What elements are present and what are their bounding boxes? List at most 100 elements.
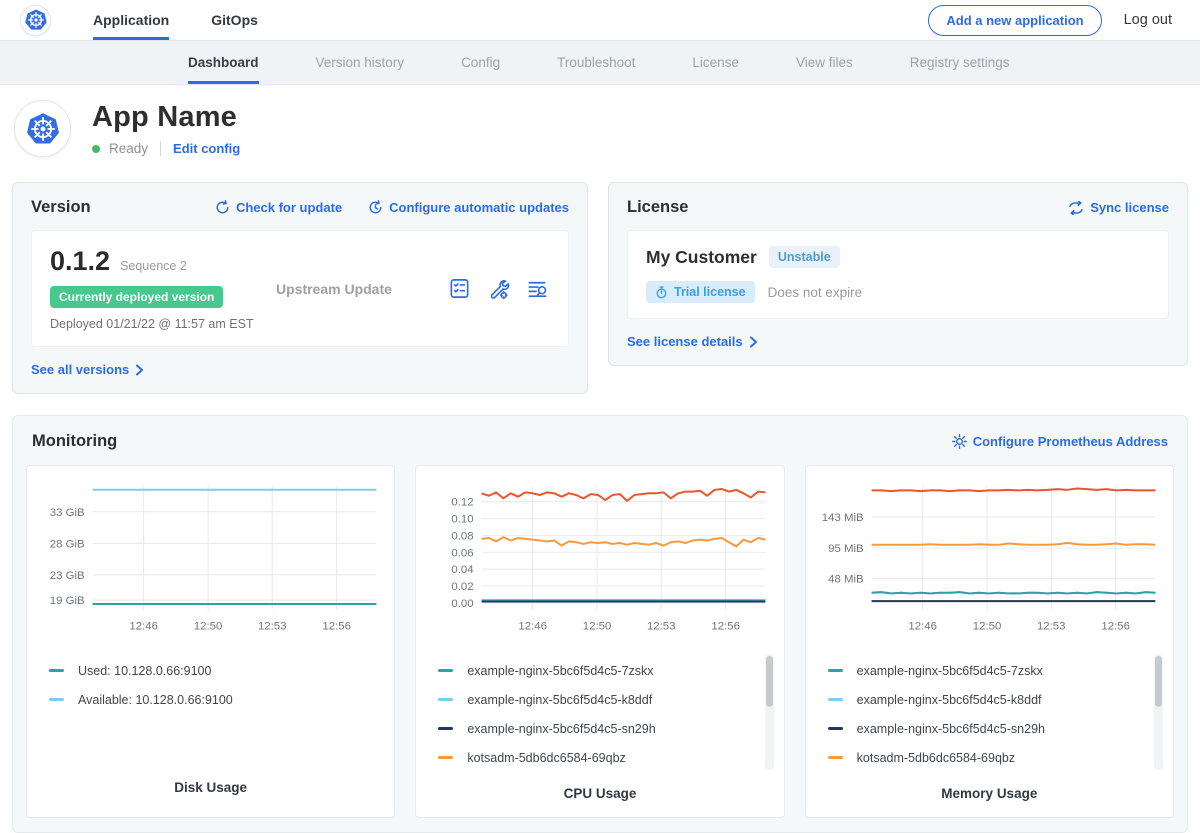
configure-automatic-updates-link[interactable]: Configure automatic updates	[368, 200, 569, 215]
chart-title: Disk Usage	[37, 780, 384, 795]
legend-swatch	[49, 698, 64, 701]
tab-dashboard[interactable]: Dashboard	[188, 41, 259, 84]
version-source: Upstream Update	[276, 281, 392, 297]
legend-swatch	[438, 756, 453, 759]
tab-label: Registry settings	[910, 55, 1010, 70]
topnav-tab-gitops[interactable]: GitOps	[211, 0, 258, 40]
legend-item: example-nginx-5bc6f5d4c5-k8ddf	[828, 685, 1145, 714]
svg-text:12:56: 12:56	[322, 620, 351, 632]
scrollbar-thumb[interactable]	[1155, 656, 1162, 707]
svg-text:28 GiB: 28 GiB	[50, 538, 85, 550]
svg-text:12:50: 12:50	[583, 620, 612, 632]
topnav-tab-application[interactable]: Application	[93, 0, 169, 40]
legend-label: example-nginx-5bc6f5d4c5-k8ddf	[467, 693, 652, 707]
add-application-button[interactable]: Add a new application	[928, 5, 1101, 36]
chart-title: Memory Usage	[816, 786, 1163, 801]
legend-label: kotsadm-5db6dc6584-69qbz	[467, 751, 625, 765]
tab-label: License	[692, 55, 739, 70]
legend-scrollbar[interactable]	[1154, 654, 1163, 770]
channel-badge: Unstable	[769, 246, 840, 268]
svg-text:95 MiB: 95 MiB	[828, 543, 864, 555]
configure-prometheus-link[interactable]: Configure Prometheus Address	[952, 434, 1168, 449]
app-avatar	[14, 100, 71, 157]
legend-label: Available: 10.128.0.66:9100	[78, 693, 233, 707]
configure-prometheus-label: Configure Prometheus Address	[973, 434, 1168, 449]
page-title: App Name	[92, 101, 240, 134]
legend-swatch	[828, 669, 843, 672]
license-card: License Sync license My Customer Unstabl…	[608, 182, 1188, 366]
tab-view-files[interactable]: View files	[796, 41, 853, 84]
svg-text:12:56: 12:56	[1101, 620, 1130, 632]
sync-license-link[interactable]: Sync license	[1068, 200, 1169, 215]
svg-text:0.04: 0.04	[452, 564, 475, 576]
legend-scrollbar[interactable]	[765, 654, 774, 770]
legend-item: example-nginx-5bc6f5d4c5-sn29h	[438, 714, 755, 743]
kubernetes-logo-icon	[25, 111, 61, 147]
edit-config-link[interactable]: Edit config	[173, 141, 240, 156]
customer-name: My Customer	[646, 247, 757, 268]
svg-text:12:53: 12:53	[1037, 620, 1066, 632]
legend-swatch	[828, 698, 843, 701]
svg-text:48 MiB: 48 MiB	[828, 573, 864, 585]
legend-label: example-nginx-5bc6f5d4c5-sn29h	[857, 722, 1045, 736]
legend-swatch	[438, 698, 453, 701]
sync-arrows-icon	[1068, 201, 1084, 215]
currently-deployed-badge: Currently deployed version	[50, 286, 223, 308]
svg-text:0.12: 0.12	[452, 497, 474, 509]
tab-registry-settings[interactable]: Registry settings	[910, 41, 1010, 84]
memory-usage-legend: example-nginx-5bc6f5d4c5-7zskx example-ng…	[816, 650, 1163, 774]
version-card-title: Version	[31, 198, 91, 217]
clock-refresh-icon	[368, 200, 383, 215]
deployed-timestamp: Deployed 01/21/22 @ 11:57 am EST	[50, 317, 268, 331]
topnav-tab-label: Application	[93, 12, 169, 28]
sync-license-label: Sync license	[1090, 200, 1169, 215]
legend-item: kotsadm-5db6dc6584-69qbz	[828, 743, 1145, 772]
legend-label: example-nginx-5bc6f5d4c5-7zskx	[857, 664, 1043, 678]
legend-item: kotsadm-5db6dc6584-69qbz	[438, 743, 755, 772]
legend-swatch	[438, 669, 453, 672]
tab-label: Version history	[316, 55, 405, 70]
svg-text:12:50: 12:50	[972, 620, 1001, 632]
monitoring-section: Monitoring Configure Prometheus Address …	[12, 415, 1188, 833]
see-all-versions-label: See all versions	[31, 362, 129, 377]
scrollbar-thumb[interactable]	[766, 656, 773, 707]
check-for-update-link[interactable]: Check for update	[215, 200, 342, 215]
tab-troubleshoot[interactable]: Troubleshoot	[557, 41, 635, 84]
legend-item: example-nginx-5bc6f5d4c5-sn29h	[828, 714, 1145, 743]
tab-license[interactable]: License	[692, 41, 739, 84]
version-card: Version Check for update	[12, 182, 588, 394]
configure-automatic-updates-label: Configure automatic updates	[389, 200, 569, 215]
chart-title: CPU Usage	[426, 786, 773, 801]
memory-usage-chart: 12:4612:5012:5312:5648 MiB95 MiB143 MiB	[816, 474, 1163, 642]
memory-usage-chart-card: 12:4612:5012:5312:5648 MiB95 MiB143 MiB …	[805, 465, 1174, 818]
see-license-details-link[interactable]: See license details	[627, 334, 758, 349]
svg-text:12:50: 12:50	[194, 620, 223, 632]
tab-label: Troubleshoot	[557, 55, 635, 70]
svg-text:0.08: 0.08	[452, 530, 474, 542]
see-all-versions-link[interactable]: See all versions	[31, 362, 144, 377]
tab-version-history[interactable]: Version history	[316, 41, 405, 84]
legend-label: example-nginx-5bc6f5d4c5-sn29h	[467, 722, 655, 736]
legend-swatch	[828, 727, 843, 730]
app-logo[interactable]	[20, 0, 51, 40]
tab-config[interactable]: Config	[461, 41, 500, 84]
legend-swatch	[49, 669, 64, 672]
trial-license-label: Trial license	[674, 285, 746, 299]
divider	[160, 141, 161, 156]
svg-text:12:46: 12:46	[519, 620, 548, 632]
preflight-checks-icon[interactable]	[448, 277, 471, 300]
topnav-tab-label: GitOps	[211, 12, 258, 28]
svg-text:12:53: 12:53	[647, 620, 676, 632]
svg-text:12:56: 12:56	[712, 620, 741, 632]
disk-usage-legend: Used: 10.128.0.66:9100Available: 10.128.…	[37, 650, 384, 768]
svg-text:0.10: 0.10	[452, 514, 474, 526]
status-text: Ready	[109, 141, 148, 156]
legend-label: kotsadm-5db6dc6584-69qbz	[857, 751, 1015, 765]
monitoring-title: Monitoring	[32, 432, 117, 451]
logout-button[interactable]: Log out	[1124, 12, 1172, 28]
legend-item: example-nginx-5bc6f5d4c5-7zskx	[828, 656, 1145, 685]
legend-item: example-nginx-5bc6f5d4c5-7zskx	[438, 656, 755, 685]
config-wrench-icon[interactable]	[487, 277, 510, 300]
view-logs-icon[interactable]	[526, 277, 550, 300]
check-for-update-label: Check for update	[236, 200, 342, 215]
